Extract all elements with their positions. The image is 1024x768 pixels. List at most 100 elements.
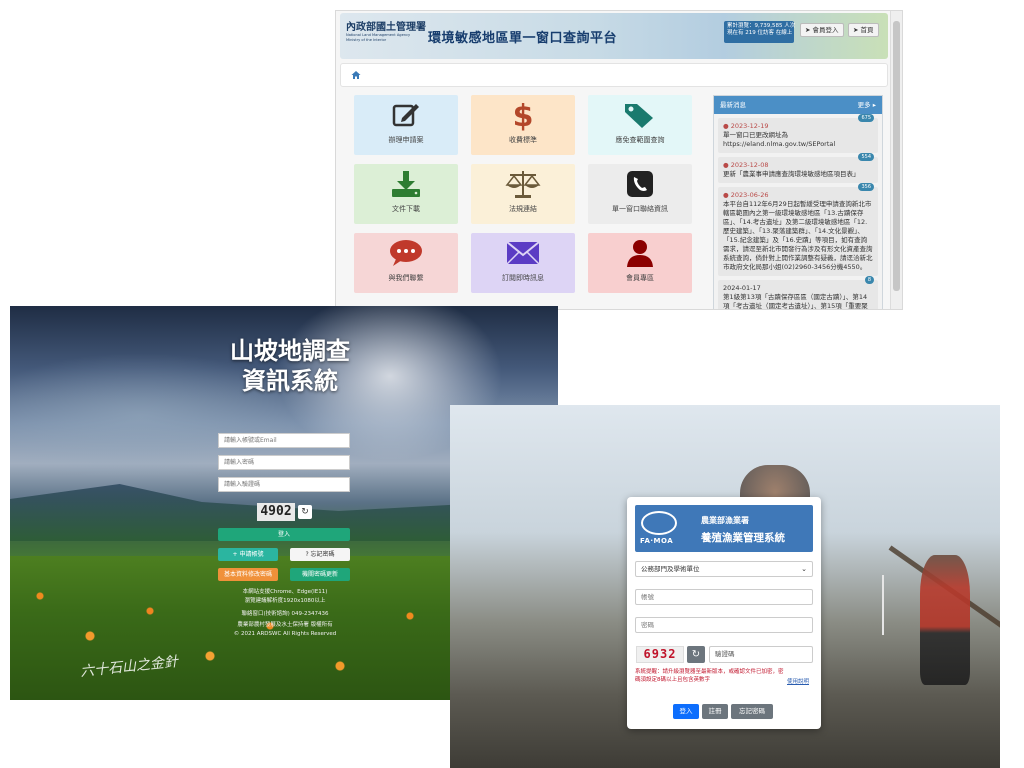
- aquaculture-login-window: FA·MOA 農業部漁業署 養殖漁業管理系統 公務部門及學術單位 ⌄ 帳號 密碼…: [450, 405, 1000, 768]
- tile-download[interactable]: 文件下載: [354, 164, 458, 224]
- tile-label: 訂閱即時訊息: [502, 274, 544, 282]
- news-item[interactable]: 356 ● 2023-06-26 本平台自112年6月29日起暫緩受理申請查詢新…: [718, 183, 878, 276]
- news-text: 本平台自112年6月29日起暫緩受理申請查詢新北市轄區範圍內之第一級環境敏感地區…: [723, 200, 873, 271]
- captcha-image: 6932: [636, 646, 684, 663]
- refresh-captcha-icon[interactable]: ↻: [298, 505, 312, 519]
- view-count-badge: 356: [858, 183, 874, 191]
- news-item[interactable]: 8 2024-01-17 第1級第13項「古蹟保存區區（國定古蹟）」、第14項「…: [718, 276, 878, 310]
- member-login-button[interactable]: ➤ 會員登入: [800, 23, 844, 37]
- login-button[interactable]: 登入: [673, 704, 699, 719]
- chevron-down-icon: ⌄: [801, 565, 807, 573]
- news-heading: 最新消息: [720, 101, 746, 109]
- news-text: 第1級第13項「古蹟保存區區（國定古蹟）」、第14項「考古遺址（國定考古遺址）」…: [723, 293, 868, 310]
- tile-fees[interactable]: $ 收費標準: [471, 95, 575, 155]
- service-tiles: 辦理申請案 $ 收費標準 應免查範圍查詢 文件下載 法規連結 單一窗口聯絡資訊 …: [354, 95, 694, 305]
- download-icon: [354, 170, 458, 198]
- agency-name-cn: 內政部國土管理署: [346, 22, 426, 33]
- news-more-link[interactable]: 更多 ▸: [858, 96, 876, 114]
- password-input[interactable]: 密碼: [635, 617, 813, 633]
- captcha-input[interactable]: 請輸入驗證碼: [218, 477, 350, 492]
- user-type-select[interactable]: 公務部門及學術單位 ⌄: [635, 561, 813, 577]
- forgot-password-button[interactable]: 忘記密碼: [731, 704, 773, 719]
- tile-member-area[interactable]: 會員專區: [588, 233, 692, 293]
- phone-icon: [588, 170, 692, 198]
- tile-scope-query[interactable]: 應免查範圍查詢: [588, 95, 692, 155]
- tile-label: 單一窗口聯絡資訊: [612, 205, 668, 213]
- breadcrumb: [340, 63, 888, 87]
- resolution-note: 瀏覽建議解析度1920x1080以上: [244, 598, 326, 604]
- scale-icon: [471, 170, 575, 198]
- tile-label: 會員專區: [626, 274, 654, 282]
- system-warning: 系統提醒：請升級瀏覽器至最新版本，或確認文件已加密，密碼須設定8碼以上且包含英數…: [635, 669, 784, 683]
- screenshot-collage: 內政部國土管理署 National Land Management Agency…: [0, 0, 1024, 768]
- news-date: ● 2023-12-19: [723, 122, 769, 130]
- view-count-badge: 675: [858, 114, 874, 122]
- copyright-agency: 農業部農村發展及水土保持署 版權所有: [237, 622, 333, 628]
- agency-name: 農業部漁業署: [701, 516, 749, 525]
- browser-support-note: 本網站支援Chrome、Edge(IE11): [242, 589, 328, 595]
- title-line-1: 山坡地調查: [230, 336, 350, 365]
- agency-logo-text: FA·MOA: [640, 537, 674, 545]
- edit-profile-button[interactable]: 基本資料修改密碼: [218, 568, 278, 581]
- forgot-password-button[interactable]: ? 忘記密碼: [290, 548, 350, 561]
- captcha-input[interactable]: 驗證碼: [709, 646, 813, 663]
- visitor-total: 累計瀏覽：9,739,585 人次: [727, 23, 796, 29]
- password-input[interactable]: 請輸入密碼: [218, 455, 350, 470]
- system-name: 養殖漁業管理系統: [701, 532, 785, 544]
- tile-apply[interactable]: 辦理申請案: [354, 95, 458, 155]
- copyright-notice: © 2021 ARDSWC All Rights Reserved: [233, 631, 337, 637]
- visitor-counter: 累計瀏覽：9,739,585 人次 現在有 219 位訪客 在線上: [724, 21, 796, 43]
- portal-header: 內政部國土管理署 National Land Management Agency…: [340, 13, 888, 59]
- user-icon: [588, 239, 692, 267]
- envelope-icon: [471, 239, 575, 267]
- background-wind-turbine: [882, 575, 884, 635]
- tile-label: 與我們聯繫: [388, 274, 424, 282]
- fish-logo-icon: [641, 511, 677, 535]
- news-date: ● 2023-12-08: [723, 161, 769, 169]
- tile-contact-us[interactable]: 與我們聯繫: [354, 233, 458, 293]
- refresh-captcha-icon[interactable]: ↻: [687, 646, 705, 663]
- news-date: ● 2023-06-26: [723, 191, 769, 199]
- register-button[interactable]: 註冊: [702, 704, 728, 719]
- ministry-name-en: Ministry of the Interior: [346, 38, 387, 42]
- scrollbar-thumb[interactable]: [893, 21, 900, 291]
- register-button[interactable]: + 申請帳號: [218, 548, 278, 561]
- help-link[interactable]: 使用說明: [787, 677, 809, 685]
- news-panel: 最新消息 更多 ▸ 675 ● 2023-12-19 單一窗口已更改網址為 ht…: [713, 95, 883, 310]
- news-item[interactable]: 554 ● 2023-12-08 更新「農業事申請應查詢環境敏感地區項目表」: [718, 153, 878, 183]
- news-item[interactable]: 675 ● 2023-12-19 單一窗口已更改網址為 https://elan…: [718, 114, 878, 153]
- background-fisher-red-shirt: [920, 555, 970, 685]
- captcha-image: 4902: [257, 503, 295, 521]
- contact-note: 聯絡窗口(技術諮詢) 049-2347436: [241, 611, 329, 617]
- news-date: 2024-01-17: [723, 284, 761, 292]
- tile-label: 法規連結: [509, 205, 537, 213]
- news-header: 最新消息 更多 ▸: [714, 96, 882, 114]
- comment-icon: [354, 239, 458, 267]
- dollar-icon: $: [471, 99, 575, 131]
- account-input[interactable]: 請輸入帳號或Email: [218, 433, 350, 448]
- visitor-online: 現在有 219 位訪客 在線上: [727, 30, 793, 36]
- title-line-2: 資訊系統: [242, 366, 338, 395]
- login-button[interactable]: 登入: [218, 528, 350, 541]
- agency-password-button[interactable]: 機關密碼更新: [290, 568, 350, 581]
- eland-portal-window: 內政部國土管理署 National Land Management Agency…: [335, 10, 903, 310]
- news-text: 單一窗口已更改網址為 https://eland.nlma.gov.tw/SEP…: [723, 131, 836, 148]
- account-input[interactable]: 帳號: [635, 589, 813, 605]
- tile-regulations[interactable]: 法規連結: [471, 164, 575, 224]
- tile-label: 應免查範圍查詢: [615, 136, 665, 144]
- home-icon[interactable]: [351, 70, 361, 80]
- news-text: 更新「農業事申請應查詢環境敏感地區項目表」: [723, 170, 860, 178]
- tile-label: 辦理申請案: [388, 136, 424, 144]
- svg-text:$: $: [513, 99, 533, 131]
- view-count-badge: 554: [858, 153, 874, 161]
- agency-logo[interactable]: 內政部國土管理署 National Land Management Agency…: [346, 22, 426, 53]
- login-card: FA·MOA 農業部漁業署 養殖漁業管理系統 公務部門及學術單位 ⌄ 帳號 密碼…: [627, 497, 821, 729]
- tile-subscribe[interactable]: 訂閱即時訊息: [471, 233, 575, 293]
- edit-icon: [354, 101, 458, 129]
- tile-contact-info[interactable]: 單一窗口聯絡資訊: [588, 164, 692, 224]
- system-title: 山坡地調查 資訊系統: [215, 336, 365, 396]
- page-scrollbar[interactable]: [890, 11, 902, 309]
- tile-label: 文件下載: [392, 205, 420, 213]
- portal-title: 環境敏感地區單一窗口查詢平台: [428, 31, 618, 46]
- home-button[interactable]: ➤ 首頁: [848, 23, 879, 37]
